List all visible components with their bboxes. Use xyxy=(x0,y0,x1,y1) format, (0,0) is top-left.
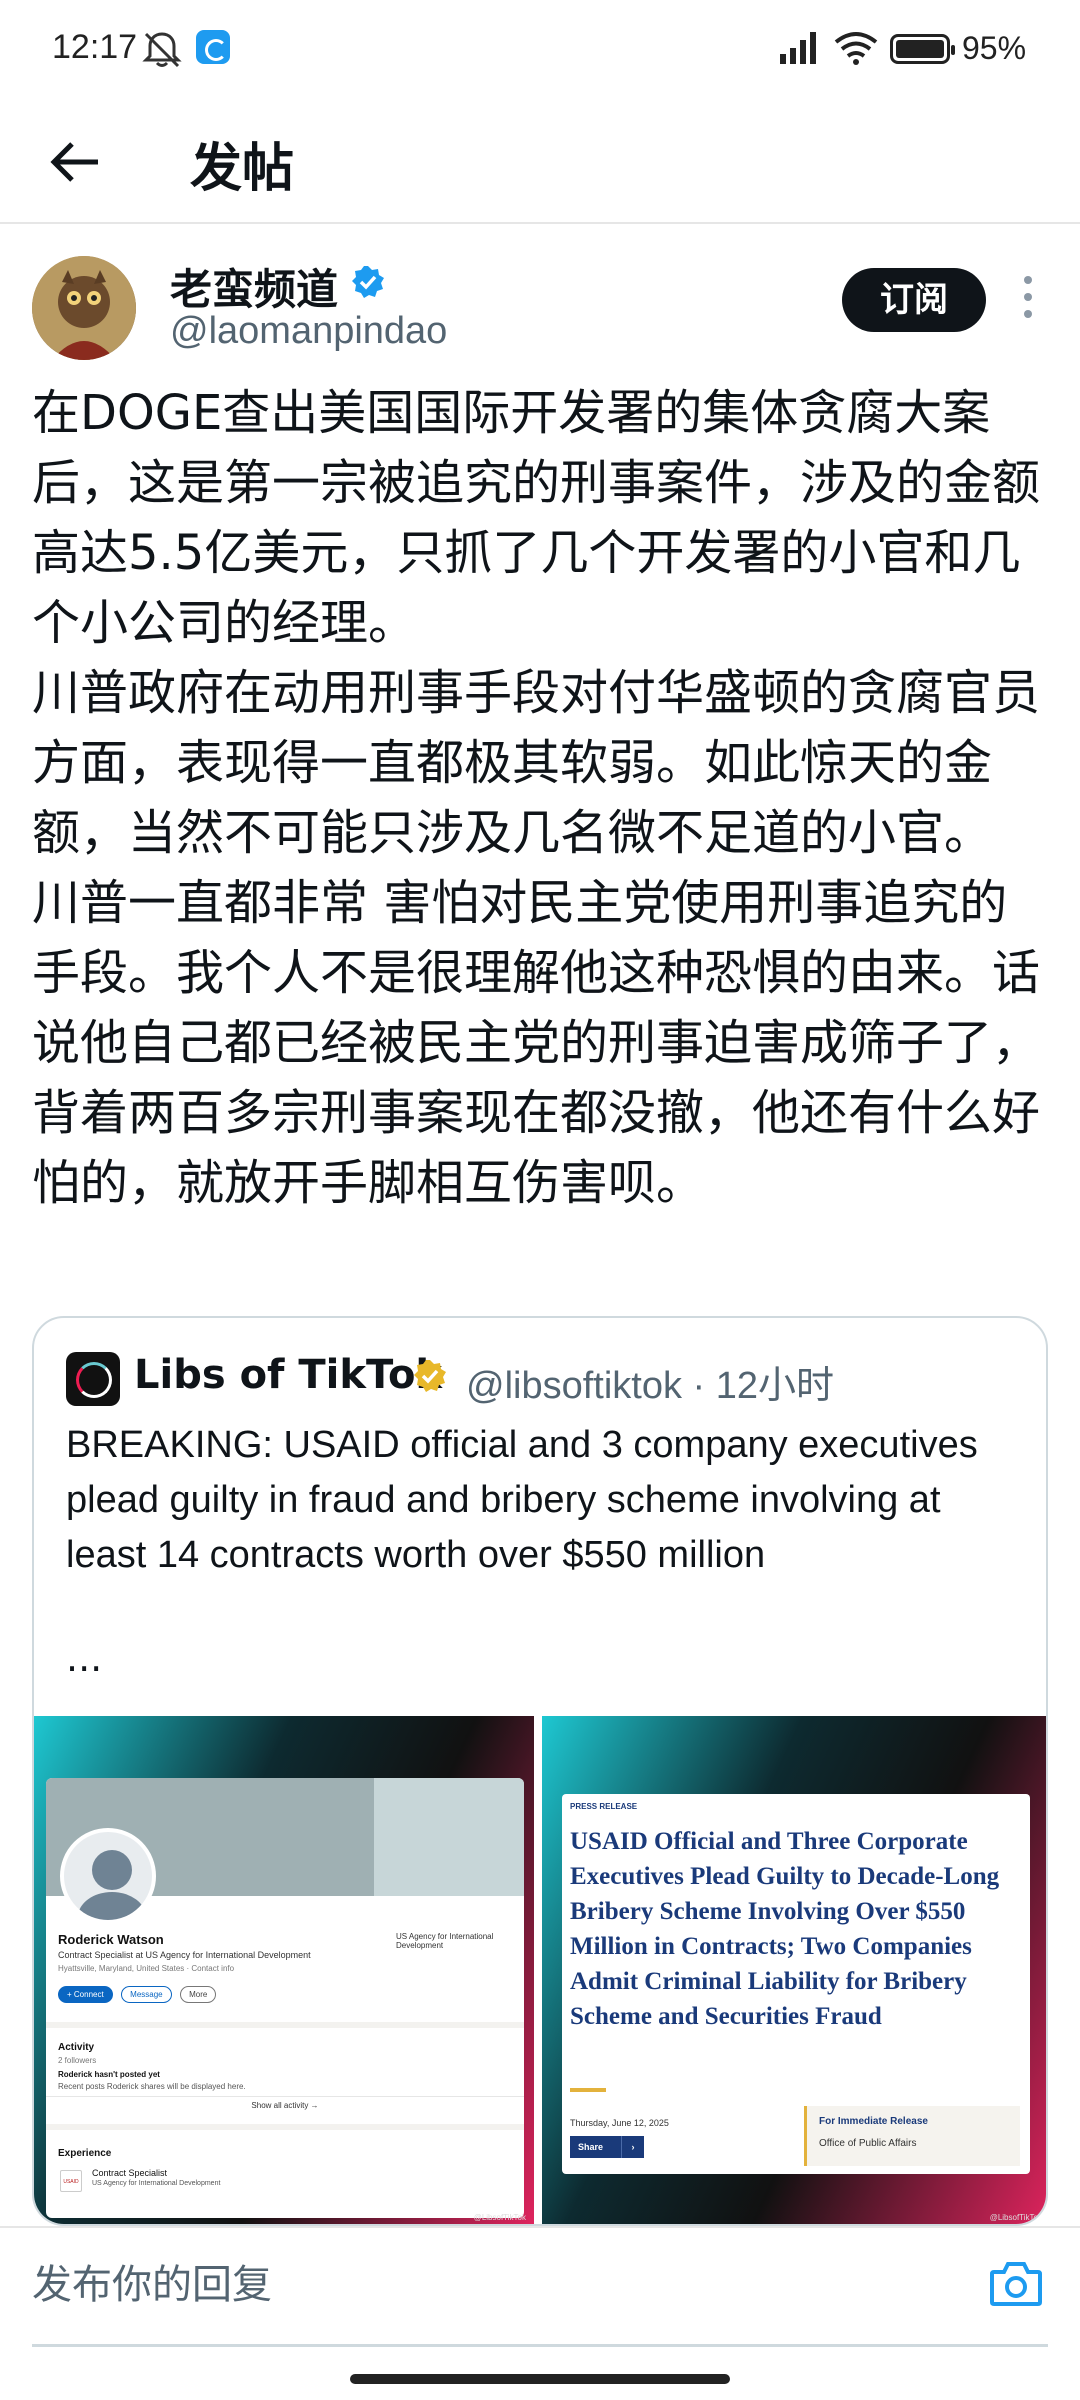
quoted-post-card[interactable]: Libs of TikTok @libsoftiktok · 12小时 BREA… xyxy=(32,1316,1048,2226)
message-button: Message xyxy=(121,1986,172,2003)
release-type: For Immediate Release xyxy=(819,2116,928,2127)
activity-heading: Activity xyxy=(58,2042,95,2053)
post-paragraph: 川普政府在动用刑事手段对付华盛顿的贪腐官员方面，表现得一直都极其软弱。如此惊天的… xyxy=(32,665,1041,861)
experience-role: Contract Specialist xyxy=(92,2168,168,2178)
divider xyxy=(570,2088,606,2092)
profile-org: US Agency for International Development xyxy=(396,1932,494,1950)
press-release-title: USAID Official and Three Corporate Execu… xyxy=(570,1828,1000,2030)
post-paragraph: 川普一直都非常 害怕对民主党使用刑事追究的手段。我个人不是很理解他这种恐惧的由来… xyxy=(32,875,1041,1211)
profile-banner-accent xyxy=(374,1778,524,1896)
profile-avatar-icon xyxy=(60,1828,156,1924)
wifi-icon xyxy=(832,30,880,70)
profile-location: Hyattsville, Maryland, United States · C… xyxy=(58,1964,235,1973)
back-arrow-icon[interactable] xyxy=(40,126,112,198)
battery-icon xyxy=(890,34,955,64)
post-text: 在DOGE查出美国国际开发署的集体贪腐大案后，这是第一宗被追究的刑事案件，涉及的… xyxy=(32,378,1052,1218)
app-notification-icon xyxy=(196,30,230,64)
experience-heading: Experience xyxy=(58,2148,112,2159)
release-office: Office of Public Affairs xyxy=(819,2138,917,2149)
press-release-date: Thursday, June 12, 2025 xyxy=(570,2118,669,2128)
watermark: @LibsofTikTok xyxy=(989,2213,1042,2222)
more-options-icon[interactable] xyxy=(1018,276,1038,326)
connect-button: + Connect xyxy=(58,1986,113,2003)
profile-name: Roderick Watson xyxy=(58,1932,164,1947)
more-button: More xyxy=(180,1986,217,2003)
subscribe-button[interactable]: 订阅 xyxy=(842,268,986,332)
verified-badge-icon xyxy=(350,264,386,304)
reply-underline xyxy=(32,2344,1048,2347)
page-title: 发帖 xyxy=(190,139,295,199)
quoted-image-left[interactable]: Roderick Watson Contract Specialist at U… xyxy=(34,1716,538,2224)
author-avatar[interactable] xyxy=(32,256,136,360)
profile-actions: + Connect Message More xyxy=(58,1984,220,2003)
author-name[interactable]: 老蛮频道 xyxy=(170,256,338,317)
show-all-activity: Show all activity → xyxy=(46,2096,524,2110)
mute-icon xyxy=(140,30,184,72)
watermark: @LibsofTikTok xyxy=(473,2213,526,2222)
top-app-bar: 发帖 xyxy=(0,100,1080,224)
quoted-handle-time: @libsoftiktok · 12小时 xyxy=(466,1365,835,1407)
divider xyxy=(46,2022,524,2028)
no-posts-heading: Roderick hasn't posted yet xyxy=(58,2070,160,2079)
linkedin-profile-screenshot: Roderick Watson Contract Specialist at U… xyxy=(46,1778,524,2218)
status-bar: 12:17 95% xyxy=(0,0,1080,100)
signal-icon xyxy=(778,30,822,70)
quoted-text: BREAKING: USAID official and 3 company e… xyxy=(66,1424,978,1576)
usaid-logo: USAID xyxy=(60,2170,82,2192)
camera-icon[interactable] xyxy=(988,2258,1044,2314)
release-info-box: For Immediate Release Office of Public A… xyxy=(804,2106,1020,2166)
status-time: 12:17 xyxy=(52,28,138,66)
quoted-ellipsis: ... xyxy=(66,1636,103,1680)
post-paragraph: 在DOGE查出美国国际开发署的集体贪腐大案后，这是第一宗被追究的刑事案件，涉及的… xyxy=(32,385,1041,651)
followers-count: 2 followers xyxy=(58,2056,97,2065)
battery-percent: 95% xyxy=(962,30,1027,66)
divider xyxy=(46,2124,524,2130)
author-handle[interactable]: @laomanpindao xyxy=(170,310,447,353)
quoted-image-right[interactable]: PRESS RELEASE USAID Official and Three C… xyxy=(542,1716,1046,2224)
profile-role: Contract Specialist at US Agency for Int… xyxy=(58,1950,311,1960)
quoted-avatar xyxy=(66,1352,120,1406)
reply-input[interactable]: 发布你的回复 xyxy=(32,2252,272,2310)
share-button: Share xyxy=(570,2136,644,2158)
experience-org: US Agency for International Development xyxy=(92,2180,221,2187)
quoted-author-name: Libs of TikTok xyxy=(134,1352,443,1398)
press-release-screenshot: PRESS RELEASE USAID Official and Three C… xyxy=(562,1794,1030,2174)
press-release-label: PRESS RELEASE xyxy=(570,1802,638,1811)
no-posts-sub: Recent posts Roderick shares will be dis… xyxy=(58,2082,246,2091)
reply-bar: 发布你的回复 xyxy=(0,2226,1080,2347)
gold-verified-badge-icon xyxy=(412,1358,448,1398)
home-indicator[interactable] xyxy=(350,2374,730,2384)
